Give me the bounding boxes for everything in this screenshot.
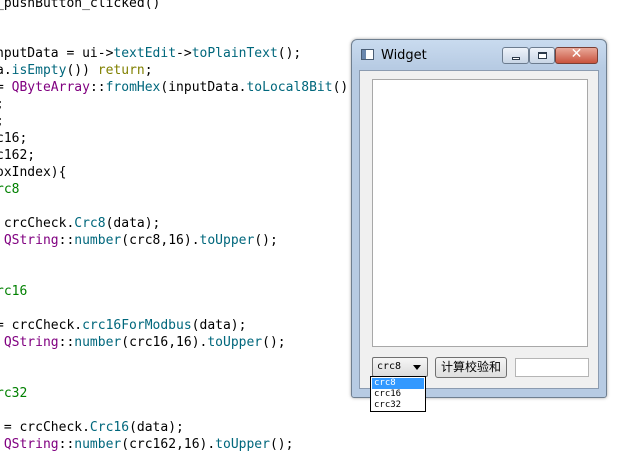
code-token: QString bbox=[3, 233, 59, 248]
code-token: (crc16,16). bbox=[121, 335, 208, 350]
code-token: (crc8,16). bbox=[121, 233, 200, 248]
code-token: textEdit bbox=[113, 46, 177, 61]
code-line: QString::number(crc8,16).toUpper(); bbox=[0, 232, 278, 249]
code-line: = crcCheck.crc16ForModbus(data); bbox=[0, 317, 246, 334]
dropdown-option-crc32[interactable]: crc32 bbox=[372, 400, 424, 411]
window-icon bbox=[361, 49, 374, 60]
code-token: toUpper bbox=[215, 437, 270, 452]
code-token: = bbox=[0, 80, 12, 95]
code-line: QString::number(crc162,16).toUpper(); bbox=[0, 436, 294, 453]
code-token: crc16ForModbus bbox=[82, 318, 192, 333]
code-token: isEmpty bbox=[11, 63, 67, 78]
code-token: (data); bbox=[191, 318, 247, 333]
code-token: rc32 bbox=[0, 386, 28, 401]
close-icon: ✕ bbox=[570, 46, 583, 62]
code-line: = QByteArray::fromHex(inputData.toLocal8… bbox=[0, 79, 348, 96]
code-token: -> bbox=[97, 46, 114, 61]
code-token: QString bbox=[3, 437, 59, 452]
code-line: ; bbox=[0, 113, 4, 130]
minimize-icon bbox=[512, 57, 520, 60]
dropdown-option-crc16[interactable]: crc16 bbox=[372, 389, 424, 400]
code-token: :: bbox=[58, 437, 75, 452]
code-token: fromHex bbox=[105, 80, 161, 95]
chevron-down-icon bbox=[413, 365, 421, 370]
code-token: toPlainText bbox=[191, 46, 278, 61]
code-token: = crcCheck. bbox=[0, 318, 83, 333]
close-button[interactable]: ✕ bbox=[555, 46, 598, 64]
code-token: = crcCheck. bbox=[0, 420, 90, 435]
code-line: c162; bbox=[0, 147, 35, 164]
input-text-edit[interactable] bbox=[372, 79, 588, 347]
code-token: rc16 bbox=[0, 284, 28, 299]
code-line: rc32 bbox=[0, 385, 27, 402]
code-token: () bbox=[332, 80, 349, 95]
code-token: -> bbox=[176, 46, 192, 61]
code-token: c16; bbox=[0, 131, 28, 146]
code-line: rc16 bbox=[0, 283, 27, 300]
code-line: crcCheck.Crc8(data); bbox=[0, 215, 161, 232]
widget-client-area: crc8 计算校验和 bbox=[359, 70, 599, 389]
code-token: ()) bbox=[66, 63, 98, 78]
result-line-edit[interactable] bbox=[515, 358, 589, 377]
code-token: rc8 bbox=[0, 182, 20, 197]
code-token: a. bbox=[0, 63, 12, 78]
code-token: (); bbox=[262, 335, 286, 350]
code-token: QByteArray bbox=[11, 80, 90, 95]
code-token: c162; bbox=[0, 148, 36, 163]
calculate-checksum-button[interactable]: 计算校验和 bbox=[435, 357, 507, 378]
dropdown-option-crc8[interactable]: crc8 bbox=[372, 378, 424, 389]
code-token: (crc162,16). bbox=[121, 437, 216, 452]
code-token: (inputData. bbox=[160, 80, 247, 95]
code-token: nputData = ui bbox=[0, 46, 98, 61]
code-token: toUpper bbox=[199, 233, 255, 248]
code-line: = crcCheck.Crc16(data); bbox=[0, 419, 184, 436]
code-token: Crc16 bbox=[89, 420, 130, 435]
code-token: Crc8 bbox=[74, 216, 106, 231]
code-token: number bbox=[74, 437, 122, 452]
code-line: QString::number(crc16,16).toUpper(); bbox=[0, 334, 286, 351]
widget-window: Widget ✕ crc8 计算校验和 bbox=[351, 39, 607, 398]
code-line: nputData = ui->textEdit->toPlainText(); bbox=[0, 45, 301, 62]
code-token: ; bbox=[144, 63, 153, 78]
code-token: :: bbox=[58, 335, 75, 350]
code-token: ; bbox=[0, 114, 4, 129]
code-token: (); bbox=[277, 46, 302, 61]
code-token: (); bbox=[254, 233, 278, 248]
code-line: oxIndex){ bbox=[0, 164, 66, 181]
code-token: (data); bbox=[105, 216, 161, 231]
code-line: _pushButton_clicked() bbox=[0, 0, 160, 12]
code-line: rc8 bbox=[0, 181, 19, 198]
code-token: toLocal8Bit bbox=[246, 80, 333, 95]
code-token: toUpper bbox=[207, 335, 263, 350]
code-token: :: bbox=[89, 80, 106, 95]
code-token: number bbox=[74, 233, 122, 248]
maximize-button[interactable] bbox=[529, 47, 555, 64]
code-token: ; bbox=[0, 97, 4, 112]
window-title: Widget bbox=[381, 48, 427, 63]
code-token: QString bbox=[3, 335, 59, 350]
combobox-selected-value: crc8 bbox=[377, 361, 402, 372]
code-line: ; bbox=[0, 96, 4, 113]
code-token: (); bbox=[269, 437, 294, 452]
code-token: crcCheck. bbox=[0, 216, 75, 231]
title-bar[interactable]: Widget ✕ bbox=[352, 40, 606, 70]
crc-type-combobox[interactable]: crc8 bbox=[372, 357, 428, 377]
code-line: a.isEmpty()) return; bbox=[0, 62, 153, 79]
code-token: _pushButton_clicked() bbox=[0, 0, 161, 11]
code-token: oxIndex){ bbox=[0, 165, 67, 180]
code-line: c16; bbox=[0, 130, 27, 147]
code-token: number bbox=[74, 335, 122, 350]
crc-type-dropdown-list: crc8 crc16 crc32 bbox=[370, 376, 426, 412]
code-token: (data); bbox=[129, 420, 184, 435]
maximize-icon bbox=[538, 52, 547, 59]
code-token: :: bbox=[58, 233, 75, 248]
code-token: return bbox=[97, 63, 145, 78]
minimize-button[interactable] bbox=[502, 47, 529, 64]
